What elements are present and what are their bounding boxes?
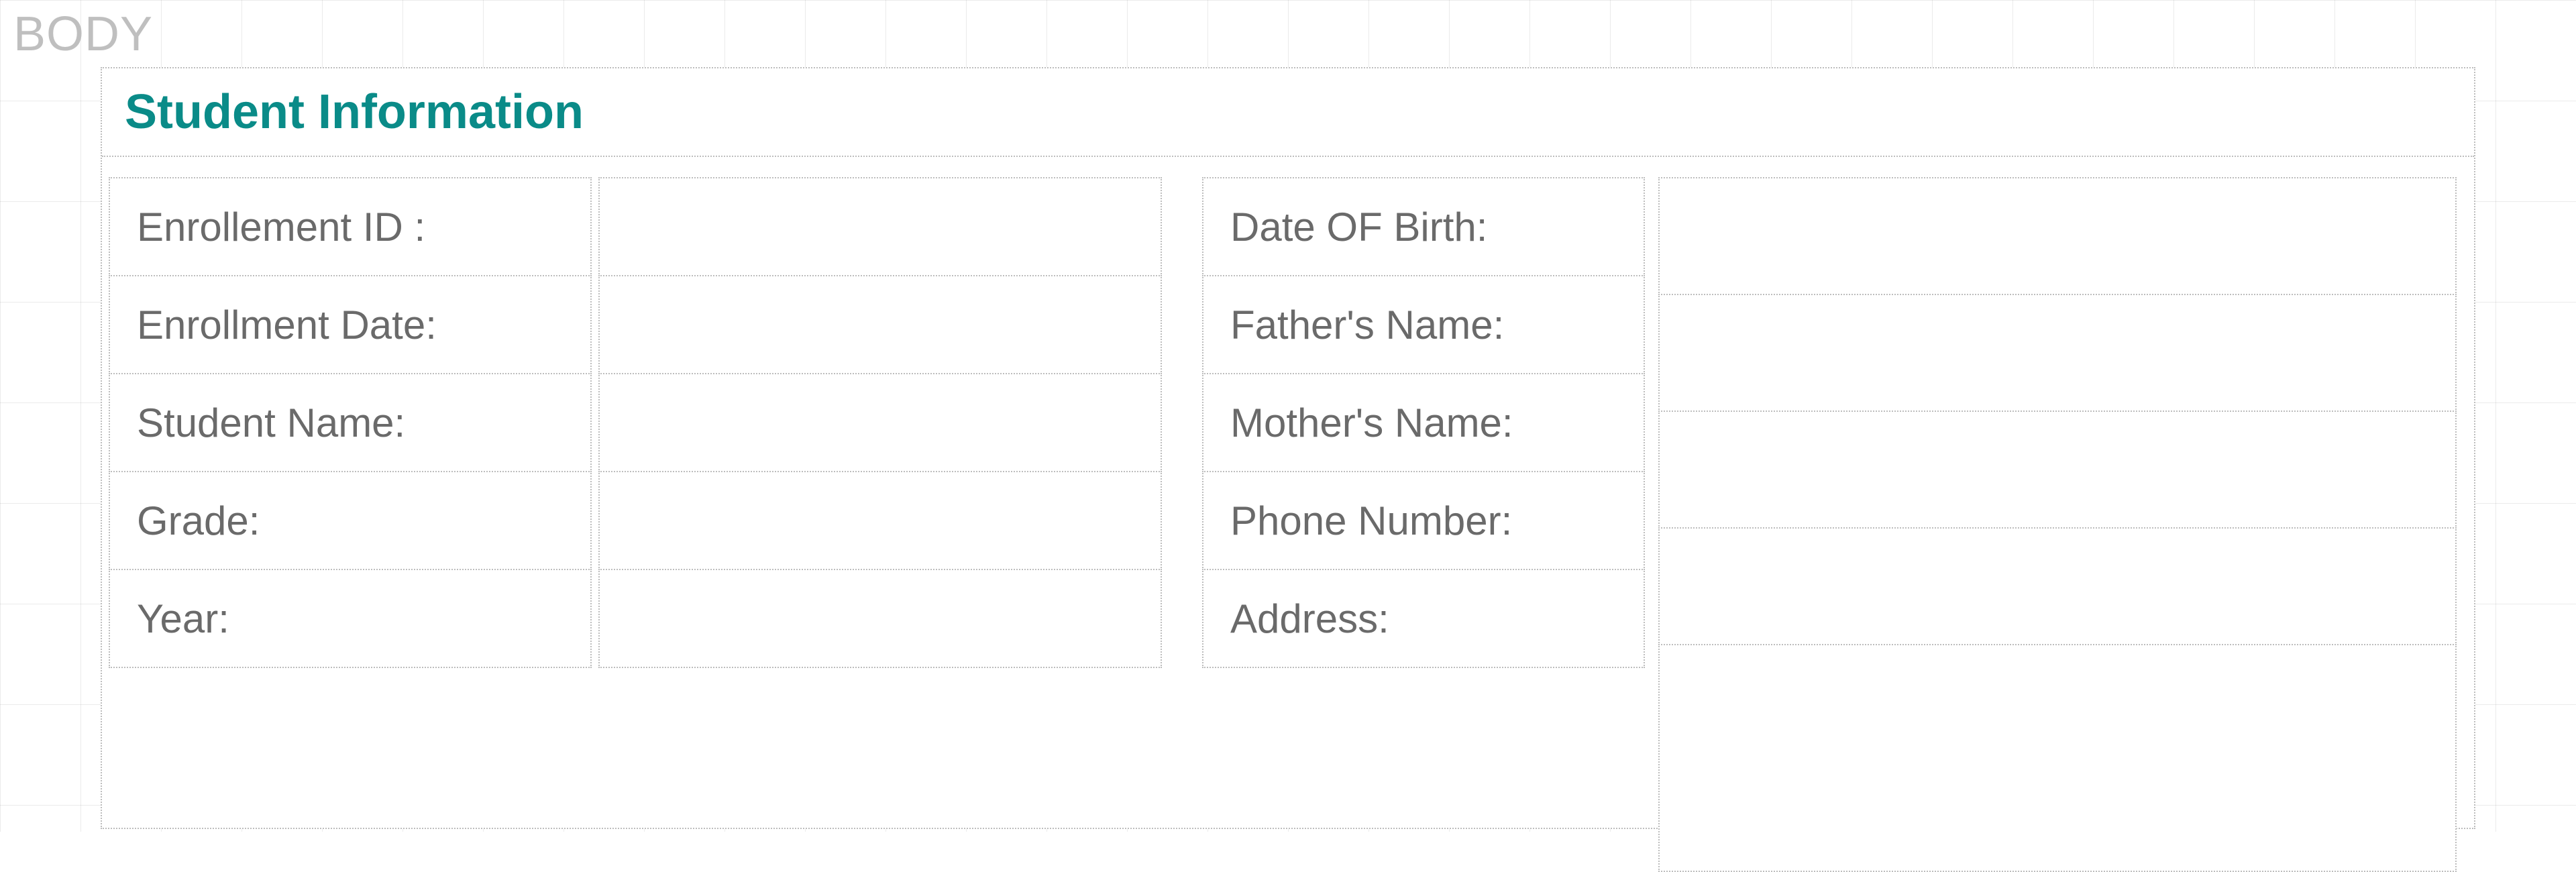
value-mother-name[interactable] [1658, 411, 2457, 529]
left-values-column [598, 177, 1162, 668]
value-phone[interactable] [1658, 527, 2457, 645]
value-enrollment-id[interactable] [598, 177, 1162, 276]
left-labels-column: Enrollement ID : Enrollment Date: Studen… [109, 177, 592, 668]
value-enrollment-date[interactable] [598, 275, 1162, 374]
panel-body: Enrollement ID : Enrollment Date: Studen… [102, 157, 2474, 828]
right-values-column [1658, 177, 2457, 872]
label-enrollment-date: Enrollment Date: [109, 275, 592, 374]
value-dob[interactable] [1658, 177, 2457, 295]
body-element-label: BODY [13, 7, 153, 62]
value-father-name[interactable] [1658, 294, 2457, 412]
label-enrollment-id: Enrollement ID : [109, 177, 592, 276]
value-year[interactable] [598, 569, 1162, 668]
label-student-name: Student Name: [109, 373, 592, 472]
student-info-panel[interactable]: Student Information Enrollement ID : Enr… [101, 67, 2475, 829]
label-father-name: Father's Name: [1202, 275, 1645, 374]
value-grade[interactable] [598, 471, 1162, 570]
right-labels-column: Date OF Birth: Father's Name: Mother's N… [1202, 177, 1645, 668]
label-address: Address: [1202, 569, 1645, 668]
value-address[interactable] [1658, 644, 2457, 872]
label-year: Year: [109, 569, 592, 668]
label-phone: Phone Number: [1202, 471, 1645, 570]
label-grade: Grade: [109, 471, 592, 570]
label-dob: Date OF Birth: [1202, 177, 1645, 276]
value-student-name[interactable] [598, 373, 1162, 472]
label-mother-name: Mother's Name: [1202, 373, 1645, 472]
panel-title: Student Information [102, 68, 2474, 157]
